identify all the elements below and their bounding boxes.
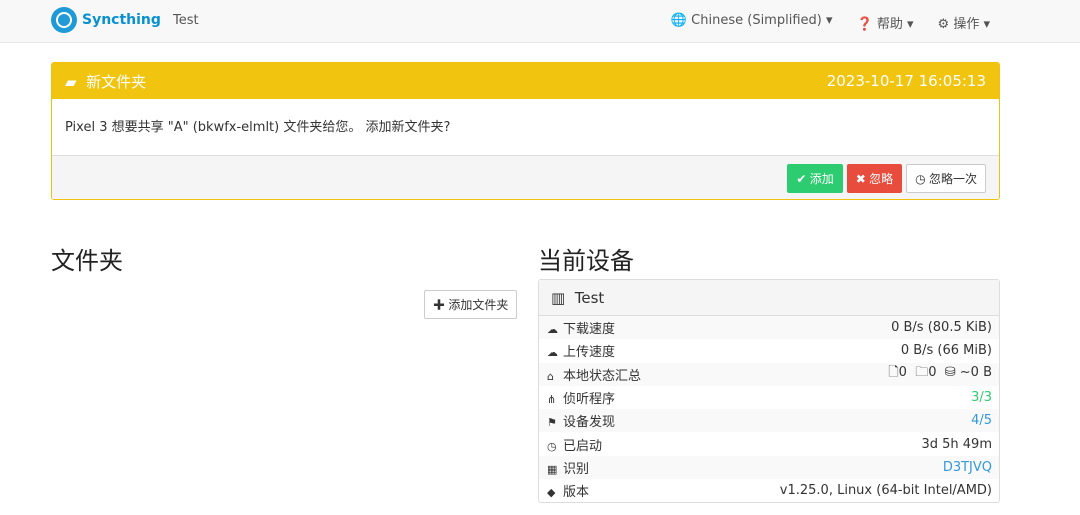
stat-value: 3d 5h 49m <box>921 436 992 452</box>
stat-label: 识别 <box>563 461 590 477</box>
stat-label: 上传速度 <box>563 345 616 361</box>
new-folder-alert: ▰ 新文件夹 2023-10-17 16:05:13 Pixel 3 想要共享 "… <box>51 62 1000 200</box>
device-stat-row: ▦ 识别 D3TJVQ <box>539 455 999 480</box>
folder-icon: ▰ <box>65 72 77 91</box>
alert-timestamp: 2023-10-17 16:05:13 <box>826 72 986 90</box>
dismiss-button[interactable]: ◷ 忽略一次 <box>906 163 986 193</box>
stat-value: 🗋0 🗀0 ⛁ ~0 B <box>888 365 992 381</box>
ignore-button[interactable]: ✖ 忽略 <box>846 163 903 193</box>
device-stat-row: ⌂ 本地状态汇总 🗋0 🗀0 ⛁ ~0 B <box>539 362 999 386</box>
add-folder-label: 添加文件夹 <box>448 298 509 312</box>
stat-icon: ⌂ <box>547 369 554 383</box>
device-stat-row: ☁ 上传速度 0 B/s (66 MiB) <box>539 339 999 362</box>
alert-message: Pixel 3 想要共享 "A" (bkwfx-elmlt) 文件夹给您。 添加… <box>52 99 999 156</box>
stat-label: 版本 <box>563 485 590 501</box>
device-panel-name: Test <box>574 289 605 307</box>
stat-value: 0 B/s (80.5 KiB) <box>891 320 992 336</box>
add-folder-button[interactable]: ✚ 添加文件夹 <box>424 290 518 319</box>
device-name: Test <box>173 13 199 28</box>
alert-title: 新文件夹 <box>86 72 147 91</box>
dismiss-label: 忽略一次 <box>928 171 977 186</box>
stat-icon: ▦ <box>547 462 558 476</box>
stat-value: 4/5 <box>971 413 992 429</box>
this-device-heading: 当前设备 <box>538 247 634 275</box>
actions-menu[interactable]: ⚙ 操作 ▾ <box>938 13 990 32</box>
brand[interactable]: Syncthing <box>51 7 161 33</box>
stat-icon: ☁ <box>547 346 558 360</box>
device-panel: ▥ Test ☁ 下载速度 0 B/s (80.5 KiB) ☁ 上传速度 0 B/s (… <box>538 279 1000 504</box>
stat-label: 已启动 <box>563 438 603 454</box>
add-button[interactable]: ✔ 添加 <box>787 163 843 193</box>
stat-value: v1.25.0, Linux (64-bit Intel/AMD) <box>779 483 992 499</box>
brand-name: Syncthing <box>82 12 161 28</box>
stat-icon: ◆ <box>547 486 556 500</box>
language-label: Chinese (Simplified) <box>691 13 822 28</box>
device-stat-row: ◷ 已启动 3d 5h 49m <box>539 432 999 455</box>
stat-label: 本地状态汇总 <box>563 368 642 384</box>
actions-label: 操作 <box>953 17 980 32</box>
syncthing-logo-icon <box>51 7 77 33</box>
device-stat-row: ◆ 版本 v1.25.0, Linux (64-bit Intel/AMD) <box>539 479 999 502</box>
device-stat-row: ⚑ 设备发现 4/5 <box>539 409 999 433</box>
stat-icon: ⚑ <box>547 416 557 430</box>
stat-label: 侦听程序 <box>563 392 616 408</box>
stat-icon: ⋔ <box>547 393 557 407</box>
device-stat-row: ☁ 下载速度 0 B/s (80.5 KiB) <box>539 316 999 340</box>
language-menu[interactable]: 🌐 Chinese (Simplified) ▾ <box>671 13 833 32</box>
device-stat-row: ⋔ 侦听程序 3/3 <box>539 386 999 409</box>
stat-icon: ◷ <box>547 439 557 453</box>
stat-value: 0 B/s (66 MiB) <box>900 343 992 359</box>
folders-heading: 文件夹 <box>51 247 123 275</box>
navbar: Syncthing Test 🌐 Chinese (Simplified) ▾ … <box>0 0 1080 43</box>
help-label: 帮助 <box>876 17 903 32</box>
add-label: 添加 <box>809 171 834 186</box>
stat-value: D3TJVQ <box>942 459 992 475</box>
stat-value: 3/3 <box>971 390 992 406</box>
device-icon: ▥ <box>551 289 566 307</box>
help-menu[interactable]: ❓ 帮助 ▾ <box>857 13 914 32</box>
stat-label: 下载速度 <box>563 322 616 338</box>
ignore-label: 忽略 <box>869 171 894 186</box>
stat-icon: ☁ <box>547 323 558 337</box>
stat-label: 设备发现 <box>563 415 616 431</box>
device-panel-header[interactable]: ▥ Test <box>539 280 999 316</box>
